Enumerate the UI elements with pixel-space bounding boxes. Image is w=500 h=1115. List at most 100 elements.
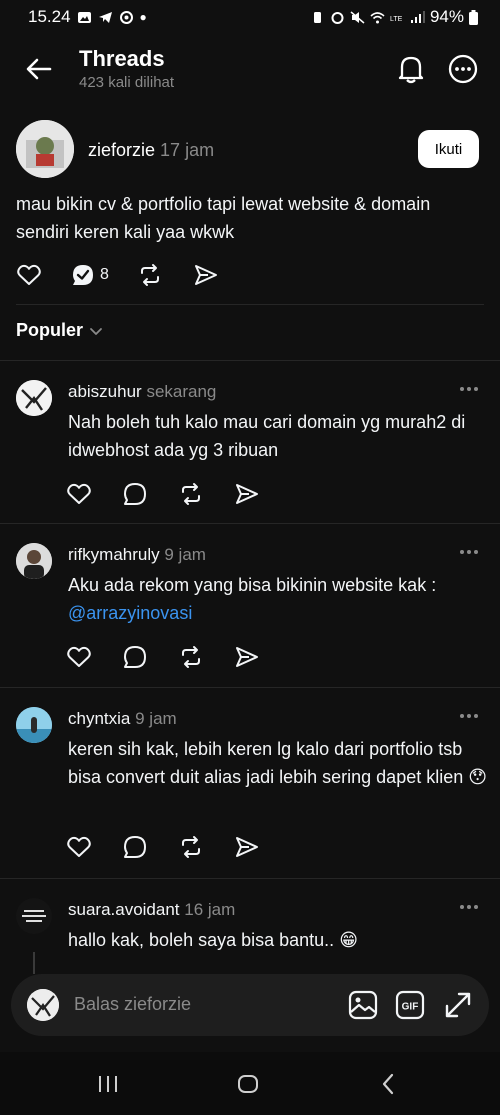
reply-time: 9 jam (164, 545, 206, 564)
post-text: mau bikin cv & portfolio tapi lewat webs… (16, 194, 431, 242)
reply-author[interactable]: abiszuhur sekarang (68, 382, 216, 402)
mention-link[interactable]: @arrazyinovasi (68, 603, 192, 623)
avatar[interactable] (16, 707, 52, 743)
author-username[interactable]: zieforzie (88, 140, 155, 160)
recent-apps-icon (99, 1076, 117, 1092)
grinning-face-emoji: 😁 (339, 930, 358, 950)
avatar (27, 989, 59, 1021)
gif-icon: GIF (395, 990, 425, 1020)
post-actions: 8 (16, 260, 219, 290)
replies-button[interactable] (70, 262, 96, 288)
repost-icon (140, 264, 159, 286)
repost-icon (182, 483, 200, 505)
profile-photo-icon (16, 120, 74, 178)
more-horizontal-icon (448, 54, 478, 84)
reply-more-button[interactable] (456, 898, 482, 916)
comment-icon (124, 483, 146, 505)
view-count: 423 kali dilihat (79, 74, 175, 91)
reply-text: keren sih kak, lebih keren lg kalo dari … (68, 735, 488, 791)
telegram-notification-icon (98, 11, 112, 23)
reply-text-body: hallo kak, boleh saya bisa bantu.. (68, 930, 335, 950)
more-horizontal-icon (460, 387, 478, 391)
reply-more-button[interactable] (456, 707, 482, 725)
notifications-button[interactable] (394, 52, 428, 86)
follow-button[interactable]: Ikuti (418, 130, 479, 168)
reply-more-button[interactable] (456, 543, 482, 561)
more-horizontal-icon (460, 714, 478, 718)
repost-button[interactable] (178, 481, 204, 507)
like-button[interactable] (66, 481, 92, 507)
header: Threads 423 kali dilihat (0, 40, 500, 100)
divider (16, 304, 484, 305)
heart-icon (67, 836, 91, 857)
share-button[interactable] (234, 834, 260, 860)
comment-button[interactable] (122, 834, 148, 860)
reply-actions (66, 481, 260, 507)
status-time: 15.24 (28, 7, 71, 26)
like-button[interactable] (16, 262, 42, 288)
alarm-icon (331, 11, 344, 24)
home-button[interactable] (228, 1068, 268, 1100)
reply-username[interactable]: abiszuhur (68, 382, 142, 401)
page-title: Threads (79, 46, 165, 71)
reply-text-body: Aku ada rekom yang bisa bikinin website … (68, 575, 437, 595)
reply-input[interactable]: Balas zieforzie (74, 994, 191, 1015)
share-button[interactable] (234, 644, 260, 670)
reply-text: Nah boleh tuh kalo mau cari domain yg mu… (68, 412, 466, 460)
profile-photo-icon (16, 380, 52, 416)
signal-icon (410, 10, 425, 23)
comment-button[interactable] (122, 644, 148, 670)
back-button[interactable] (22, 52, 56, 86)
repost-icon (182, 836, 200, 858)
status-bar: 15.24 ● LTE 94% (0, 0, 500, 34)
system-nav-bar (0, 1052, 500, 1115)
system-back-button[interactable] (368, 1068, 408, 1100)
arrow-left-icon (26, 58, 52, 80)
reply-time: sekarang (146, 382, 217, 401)
repost-button[interactable] (178, 834, 204, 860)
repost-button[interactable] (178, 644, 204, 670)
sort-dropdown[interactable]: Populer (16, 320, 103, 341)
image-icon (348, 990, 378, 1020)
reply-username[interactable]: rifkymahruly (68, 545, 160, 564)
post-author[interactable]: zieforzie 17 jam (88, 140, 214, 161)
gif-button[interactable]: GIF (393, 988, 427, 1022)
profile-photo-icon (27, 989, 59, 1021)
like-button[interactable] (66, 834, 92, 860)
expand-icon (445, 992, 471, 1018)
comment-button[interactable] (122, 481, 148, 507)
divider (0, 523, 500, 524)
share-button[interactable] (234, 481, 260, 507)
reply-more-button[interactable] (456, 380, 482, 398)
avatar[interactable] (16, 898, 52, 934)
repost-button[interactable] (137, 262, 163, 288)
avatar[interactable] (16, 380, 52, 416)
reply-username[interactable]: chyntxia (68, 709, 130, 728)
send-icon (236, 484, 258, 504)
share-button[interactable] (193, 262, 219, 288)
reply-author[interactable]: chyntxia 9 jam (68, 709, 177, 729)
like-button[interactable] (66, 644, 92, 670)
more-options-button[interactable] (446, 52, 480, 86)
volte-icon: LTE (390, 16, 403, 23)
gallery-notification-icon (77, 11, 91, 23)
divider (0, 687, 500, 688)
reply-author[interactable]: suara.avoidant 16 jam (68, 900, 235, 920)
reply-actions (66, 834, 260, 860)
hushed-face-emoji: 😯 (468, 767, 488, 787)
avatar[interactable] (16, 543, 52, 579)
avatar[interactable] (16, 120, 74, 178)
reply-username[interactable]: suara.avoidant (68, 900, 180, 919)
chevron-down-icon (90, 327, 102, 335)
status-dot-icon: ● (139, 10, 147, 24)
expand-composer-button[interactable] (441, 988, 475, 1022)
chevron-left-icon (382, 1073, 394, 1095)
reply-text: hallo kak, boleh saya bisa bantu.. 😁 (68, 926, 488, 954)
reply-composer[interactable]: Balas zieforzie GIF (11, 974, 489, 1036)
mute-icon (350, 10, 365, 24)
heart-icon (67, 483, 91, 504)
recent-apps-button[interactable] (88, 1068, 128, 1100)
reply-text-body: keren sih kak, lebih keren lg kalo dari … (68, 739, 464, 787)
reply-author[interactable]: rifkymahruly 9 jam (68, 545, 206, 565)
attach-image-button[interactable] (346, 988, 380, 1022)
